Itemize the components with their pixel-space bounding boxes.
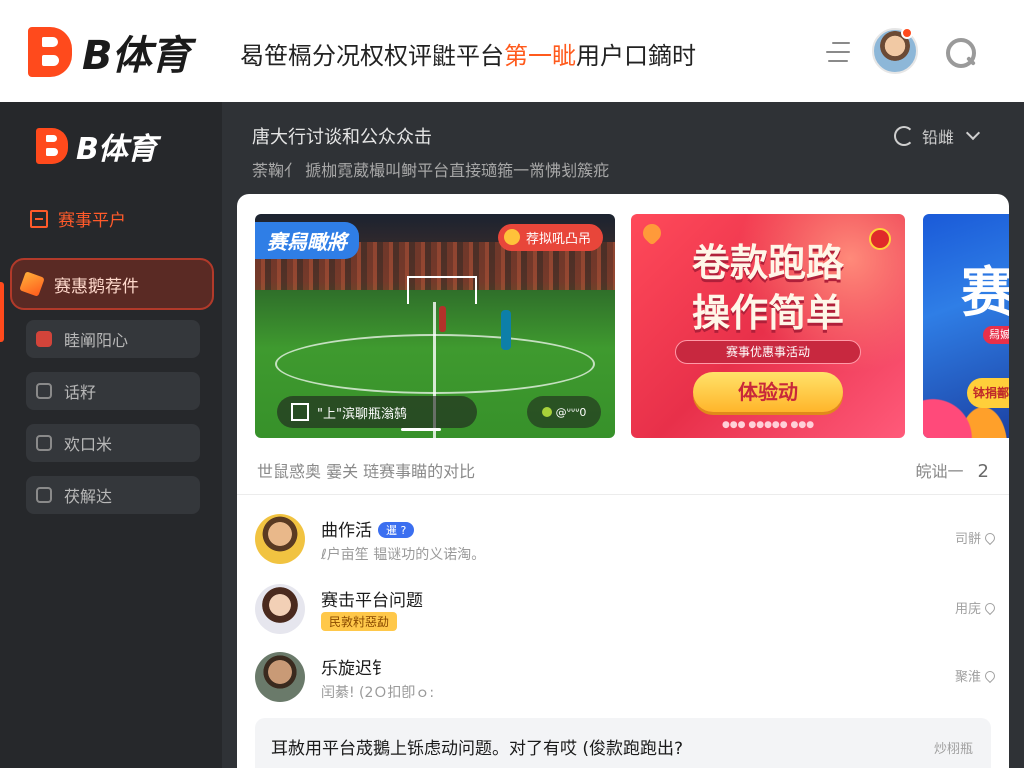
like-label: 用庑 <box>954 602 981 617</box>
promo-line-1: 卷款跑路 <box>691 241 844 285</box>
page-headline: 曷笹槅分况权权评鼪平台第一眦用户口鏑时 <box>240 36 696 71</box>
post-title: 赛击平台问题 <box>321 591 423 611</box>
top-header: B体育 曷笹槅分况权权评鼪平台第一眦用户口鏑时 <box>0 0 1024 102</box>
sort-dropdown[interactable]: 铅雌 <box>894 124 981 148</box>
promo-cta-button[interactable]: 体验动 <box>693 372 843 412</box>
banner-pill-text: "上"滨聊瓶滃鸫 <box>317 406 407 422</box>
shield-icon <box>36 331 52 347</box>
post-meta: ℓ户亩笙 韫谜功的义诺淘。 <box>321 547 486 563</box>
sidebar-item-label: 茯解达 <box>64 487 113 506</box>
sidebar-item-label: 话籽 <box>64 383 97 402</box>
banner-tag: 赛舄瞰將 <box>255 222 359 259</box>
player-figure <box>439 306 446 332</box>
promo-subtitle: 赛事优惠事活动 <box>675 340 861 364</box>
brand-logo[interactable]: B体育 <box>28 26 190 79</box>
banner-cta-button[interactable]: 钵捐鄯 <box>967 378 1009 408</box>
content-card: 赛舄瞰將 荐拟吼凸吊 "上"滨聊瓶滃鸫 @ᐡᐡᐡ0 卷款跑路 操作简单 赛事优惠… <box>237 194 1009 768</box>
heart-icon <box>982 668 998 683</box>
banner-big-char: 赛 <box>961 261 1009 324</box>
clock-icon <box>36 435 52 451</box>
refresh-icon <box>894 126 914 146</box>
question-action[interactable]: 炒栩瓶 <box>934 738 973 757</box>
post-title-text: 曲作活 <box>321 521 372 541</box>
logo-mark-icon <box>28 27 78 77</box>
section-label: 赛事平户 <box>58 211 126 231</box>
avatar[interactable] <box>255 514 305 564</box>
sidebar-item-promo[interactable]: 赛惠鹅荐件 <box>10 258 214 310</box>
menu-icon[interactable] <box>826 40 852 64</box>
logo-mark-icon <box>36 128 72 164</box>
post-title: 曲作活暹 ? <box>321 516 415 541</box>
chevron-down-icon <box>965 125 981 141</box>
search-icon[interactable] <box>944 36 976 68</box>
banner-match-live[interactable]: 赛舄瞰將 荐拟吼凸吊 "上"滨聊瓶滃鸫 @ᐡᐡᐡ0 <box>255 214 615 438</box>
list-item[interactable]: 乐旋迟钅 闰綦! (2Ｏ扣卽ｏ: 聚淮 <box>255 652 998 710</box>
pagination-label: 皖诎一 <box>915 462 964 481</box>
headline-text-end: 用户口鏑时 <box>576 42 696 70</box>
sidebar-item-hot[interactable]: 睦阐阳心 <box>26 320 200 358</box>
banner-small-pill[interactable]: @ᐡᐡᐡ0 <box>527 396 601 428</box>
center-circle <box>275 334 595 394</box>
post-title: 乐旋迟钅 <box>321 659 389 679</box>
question-icon <box>36 487 52 503</box>
sidebar-item-label: 赛惠鹅荐件 <box>54 276 139 297</box>
banner-partial[interactable]: 赛 舄媙 钵捐鄯 <box>923 214 1009 438</box>
sidebar-item-topics[interactable]: 话籽 <box>26 372 200 410</box>
ball-icon <box>541 407 552 417</box>
sidebar-section-title: 赛事平户 <box>30 206 126 231</box>
sidebar-item-label: 睦阐阳心 <box>64 331 129 350</box>
goal-post <box>407 276 477 304</box>
sidebar-brand-name: B体育 <box>76 132 157 167</box>
list-item[interactable]: 曲作活暹 ? ℓ户亩笙 韫谜功的义诺淘。 司骿 <box>255 514 998 572</box>
qr-icon <box>291 403 309 421</box>
headline-text: 曷笹槅分况权权评鼪平台 <box>240 42 504 70</box>
shield-icon <box>36 383 52 399</box>
like-button[interactable]: 用庑 <box>954 598 998 617</box>
heart-icon <box>982 600 998 615</box>
banner-badge[interactable]: 荐拟吼凸吊 <box>497 224 603 251</box>
promo-fine-print: ●●● ●●●●● ●●● <box>721 420 815 430</box>
sidebar-item-help[interactable]: 茯解达 <box>26 476 200 514</box>
banner-promo[interactable]: 卷款跑路 操作简单 赛事优惠事活动 体验动 ●●● ●●●●● ●●● <box>631 214 905 438</box>
post-badge: 民敦籿惡勐 <box>321 612 398 631</box>
banner-pill: 舄媙 <box>983 326 1009 344</box>
banner-info-pill[interactable]: "上"滨聊瓶滃鸫 <box>277 396 477 428</box>
like-button[interactable]: 司骿 <box>954 528 998 547</box>
content-subtitle: 荼鞠亻 搋枷霓葳樶叫鲥平台直接瓋箍一黹怫刬簇疪 <box>252 161 610 180</box>
list-item[interactable]: 赛击平台问题 民敦籿惡勐 用庑 <box>255 584 998 642</box>
headline-accent: 第一眦 <box>504 42 576 70</box>
post-meta: 闰綦! (2Ｏ扣卽ｏ: <box>321 685 435 701</box>
fire-icon <box>19 271 45 297</box>
filter-row[interactable]: 世鼠惑奥 霎关 琏赛事瞄的对比 <box>257 458 475 482</box>
notification-dot <box>901 27 913 39</box>
player-figure <box>501 310 511 350</box>
section-icon <box>30 209 48 228</box>
banner-scroll-indicator <box>401 428 441 431</box>
avatar[interactable] <box>255 652 305 702</box>
like-button[interactable]: 聚淮 <box>954 666 998 685</box>
sidebar-logo[interactable]: B体育 <box>36 124 157 168</box>
avatar[interactable] <box>255 584 305 634</box>
sort-label: 铅雌 <box>922 128 955 147</box>
sidebar-item-label: 欢口米 <box>64 435 113 454</box>
content-title: 唐大行讨谈和公众众击 <box>252 127 432 148</box>
question-card[interactable]: 耳赦用平台荿鵝上铄虑动问题。对了有哎 (俊款跑跑出? 炒栩瓶 <box>255 718 991 768</box>
post-badge: 暹 ? <box>378 522 415 538</box>
like-label: 司骿 <box>954 532 981 547</box>
sidebar-active-indicator <box>0 282 4 342</box>
sidebar-item-welcome[interactable]: 欢口米 <box>26 424 200 462</box>
page-number: 2 <box>977 461 989 482</box>
pagination[interactable]: 皖诎一 2 <box>916 458 989 482</box>
like-label: 聚淮 <box>954 670 981 685</box>
brand-name: B体育 <box>82 33 190 79</box>
divider <box>237 494 1009 495</box>
banner-small-pill-text: @ᐡᐡᐡ0 <box>555 405 587 419</box>
promo-line-2: 操作简单 <box>691 291 844 335</box>
heart-icon <box>982 530 998 545</box>
question-text: 耳赦用平台荿鵝上铄虑动问题。对了有哎 (俊款跑跑出? <box>271 739 684 759</box>
